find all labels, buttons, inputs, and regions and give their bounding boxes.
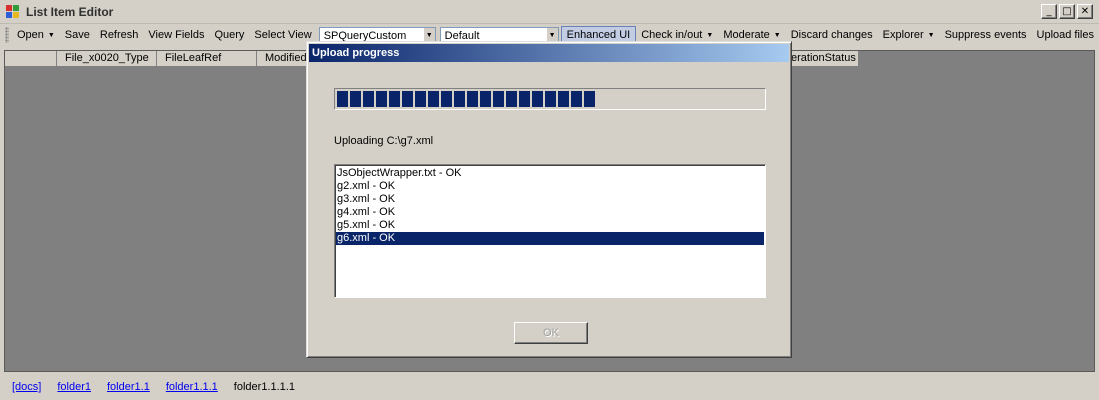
dropdown-arrow-icon: ▼	[773, 32, 781, 39]
list-item[interactable]: g3.xml - OK	[336, 193, 764, 206]
breadcrumb-link-folder1[interactable]: folder1	[57, 381, 91, 393]
suppress-events-button[interactable]: Suppress events	[940, 26, 1032, 44]
explorer-label: Explorer	[882, 29, 924, 41]
breadcrumb-link-folder1-1[interactable]: folder1.1	[107, 381, 150, 393]
check-in-out-label: Check in/out	[641, 29, 703, 41]
save-button[interactable]: Save	[60, 26, 95, 44]
refresh-button[interactable]: Refresh	[95, 26, 144, 44]
column-header-fileleafref[interactable]: FileLeafRef	[157, 51, 257, 67]
breadcrumb-link-folder1-1-1[interactable]: folder1.1.1	[166, 381, 218, 393]
breadcrumb: [docs] folder1 folder1.1 folder1.1.1 fol…	[0, 374, 1099, 400]
column-header-file-type[interactable]: File_x0020_Type	[57, 51, 157, 67]
open-menu[interactable]: Open ▼	[12, 26, 60, 44]
app-icon	[6, 5, 20, 19]
list-item[interactable]: JsObjectWrapper.txt - OK	[336, 167, 764, 180]
explorer-menu[interactable]: Explorer ▼	[878, 26, 940, 44]
view-fields-button[interactable]: View Fields	[143, 26, 209, 44]
minimize-button[interactable]: _	[1041, 4, 1057, 19]
window-title: List Item Editor	[26, 5, 114, 19]
upload-log-list[interactable]: JsObjectWrapper.txt - OK g2.xml - OK g3.…	[334, 164, 766, 298]
view-combo-value: Default	[444, 29, 480, 42]
row-header-column[interactable]	[5, 51, 57, 67]
moderate-label: Moderate	[723, 29, 770, 41]
upload-files-button[interactable]: Upload files	[1032, 26, 1099, 44]
ok-button[interactable]: OK	[514, 322, 588, 344]
close-button[interactable]: ✕	[1077, 4, 1093, 19]
list-item-editor-window: List Item Editor _ □ ✕ Open ▼ Save Refres…	[0, 0, 1099, 400]
uploading-status-text: Uploading C:\g7.xml	[334, 135, 434, 147]
column-header-moderation-status[interactable]: erationStatus	[791, 51, 859, 67]
upload-progress-bar	[334, 88, 766, 110]
breadcrumb-link-docs[interactable]: [docs]	[12, 381, 41, 393]
list-item[interactable]: g2.xml - OK	[336, 180, 764, 193]
dialog-title[interactable]: Upload progress	[309, 44, 789, 62]
toolbar-grip-icon[interactable]	[5, 27, 9, 43]
upload-progress-dialog: Upload progress Uploading C:\g7.xml JsOb…	[306, 41, 792, 358]
dropdown-arrow-icon: ▼	[927, 32, 935, 39]
list-item[interactable]: g4.xml - OK	[336, 206, 764, 219]
progress-fill	[337, 91, 597, 107]
open-label: Open	[16, 29, 44, 41]
maximize-button[interactable]: □	[1059, 4, 1075, 19]
dropdown-arrow-icon: ▼	[706, 32, 714, 39]
title-bar: List Item Editor _ □ ✕	[0, 0, 1099, 24]
query-button[interactable]: Query	[209, 26, 249, 44]
query-combo-value: SPQueryCustom	[323, 29, 407, 42]
dropdown-arrow-icon: ▼	[47, 32, 55, 39]
discard-changes-button[interactable]: Discard changes	[786, 26, 878, 44]
breadcrumb-current-folder: folder1.1.1.1	[233, 381, 295, 393]
list-item[interactable]: g5.xml - OK	[336, 219, 764, 232]
list-item[interactable]: g6.xml - OK	[336, 232, 764, 245]
